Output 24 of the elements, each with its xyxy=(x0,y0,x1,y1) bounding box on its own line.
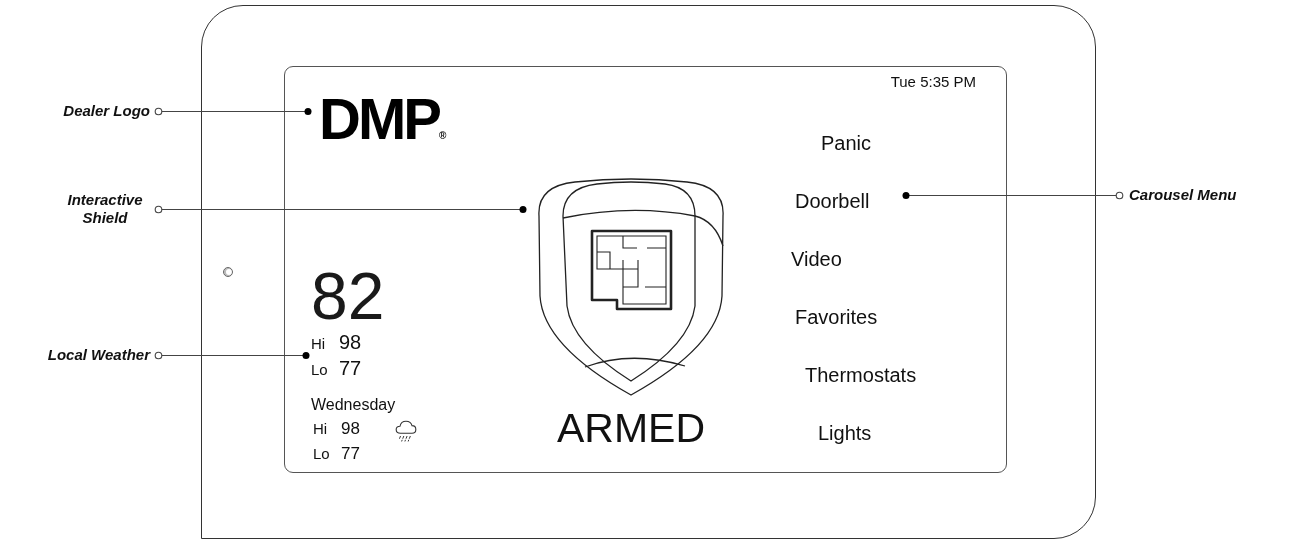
temperature-label: Hi xyxy=(313,419,329,439)
carousel-menu-item[interactable]: Favorites xyxy=(795,288,878,346)
callout-label: Carousel Menu xyxy=(1129,186,1237,204)
rain-cloud-icon xyxy=(393,418,418,442)
callout-label: Local Weather xyxy=(46,346,150,364)
carousel-menu-item[interactable]: Video xyxy=(791,230,842,288)
temperature-value: 77 xyxy=(339,356,362,381)
carousel-menu-item[interactable]: Doorbell xyxy=(795,172,870,230)
temperature-value: 98 xyxy=(341,418,360,440)
callout-label: Interactive Shield xyxy=(66,191,144,227)
callout-label: Dealer Logo xyxy=(62,102,150,120)
clock-time: Tue 5:35 PM xyxy=(890,73,976,91)
temperature-label: Lo xyxy=(311,360,327,380)
carousel-menu-item[interactable]: Lights xyxy=(818,404,872,462)
shield-drawing[interactable] xyxy=(535,176,727,398)
alarm-status: ARMED xyxy=(556,404,706,452)
carousel-menu-item[interactable]: Panic xyxy=(821,114,872,172)
temperature-label: Hi xyxy=(311,334,327,354)
temperature-value: 98 xyxy=(339,330,362,355)
temperature-value: 77 xyxy=(341,443,360,465)
temperature-label: Lo xyxy=(313,444,329,464)
current-temperature: 82 xyxy=(311,262,386,330)
carousel-menu-item[interactable]: Thermostats xyxy=(805,346,917,404)
forecast-day: Wednesday xyxy=(311,394,418,416)
